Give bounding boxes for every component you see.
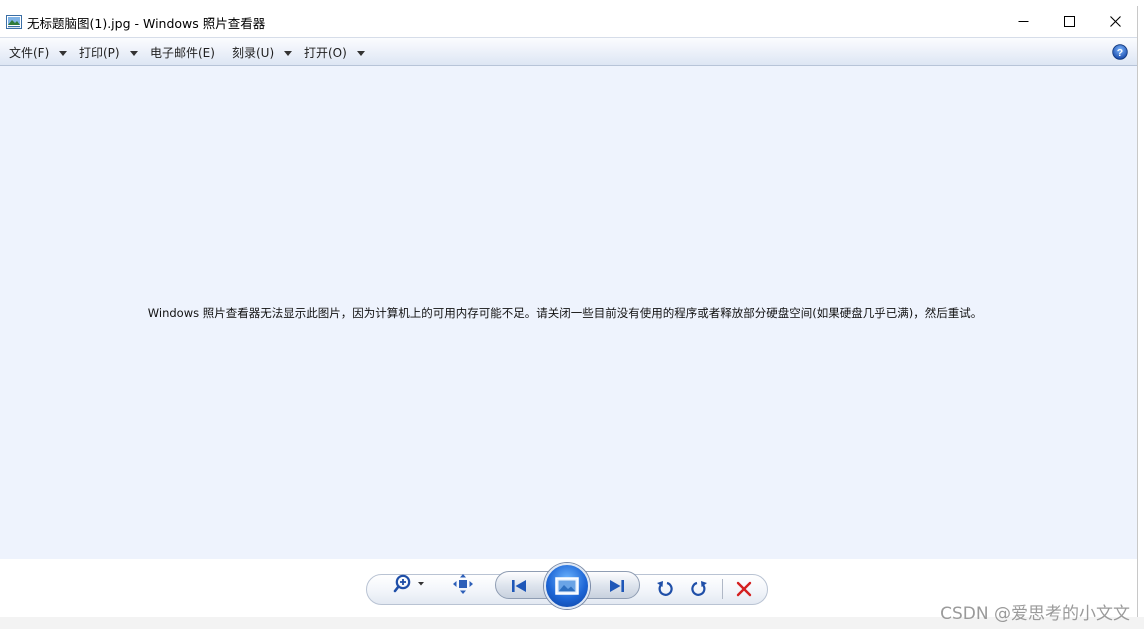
rotate-right-icon [691,581,707,596]
actual-size-button[interactable] [452,573,474,595]
next-button[interactable] [603,577,631,595]
menu-open-label: 打开(O) [304,46,347,60]
rotate-left-icon [657,581,673,596]
menu-file-label: 文件(F) [9,46,50,60]
photo-viewer-icon [6,14,22,29]
chevron-down-icon [129,50,138,56]
rotate-right-button[interactable] [688,578,710,600]
menu-bar: 文件(F) 打印(P) 电子邮件(E) 刻录(U) 打开(O) ? [0,37,1137,66]
chevron-down-icon [59,50,68,56]
close-button[interactable] [1092,6,1137,37]
actual-size-icon [453,574,473,594]
menu-email-label: 电子邮件(E) [150,46,215,60]
menu-burn[interactable]: 刻录(U) [232,44,293,61]
delete-button[interactable] [733,578,755,600]
chevron-down-icon [356,50,365,56]
menu-open[interactable]: 打开(O) [304,44,365,61]
slideshow-icon [555,577,579,595]
window-title: 无标题脑图(1).jpg - Windows 照片查看器 [27,16,266,31]
zoom-button[interactable] [393,573,429,595]
chevron-down-icon [284,50,293,56]
previous-icon [512,580,526,592]
maximize-icon [1063,16,1075,27]
image-display-area: Windows 照片查看器无法显示此图片，因为计算机上的可用内存可能不足。请关闭… [0,66,1137,559]
menu-file[interactable]: 文件(F) [9,44,68,61]
slideshow-button[interactable] [544,563,590,609]
error-message: Windows 照片查看器无法显示此图片，因为计算机上的可用内存可能不足。请关闭… [147,306,983,320]
rotate-left-button[interactable] [654,578,676,600]
photo-viewer-window: 无标题脑图(1).jpg - Windows 照片查看器 文件(F) 打印(P) [0,6,1138,617]
minimize-button[interactable] [1000,6,1046,37]
close-icon [1109,16,1121,27]
next-icon [610,580,624,592]
help-icon[interactable]: ? [1112,44,1128,60]
toolbar-separator [722,579,723,599]
minimize-icon [1018,21,1028,22]
zoom-icon [393,574,424,593]
watermark: CSDN @爱思考的小文文 [940,604,1130,624]
title-bar[interactable]: 无标题脑图(1).jpg - Windows 照片查看器 [0,6,1137,37]
menu-burn-label: 刻录(U) [232,46,275,60]
svg-text:?: ? [1117,47,1123,59]
previous-button[interactable] [505,577,533,595]
delete-icon [736,581,752,597]
maximize-button[interactable] [1046,6,1092,37]
menu-print[interactable]: 打印(P) [79,44,138,61]
menu-print-label: 打印(P) [79,46,120,60]
menu-email[interactable]: 电子邮件(E) [150,44,215,61]
